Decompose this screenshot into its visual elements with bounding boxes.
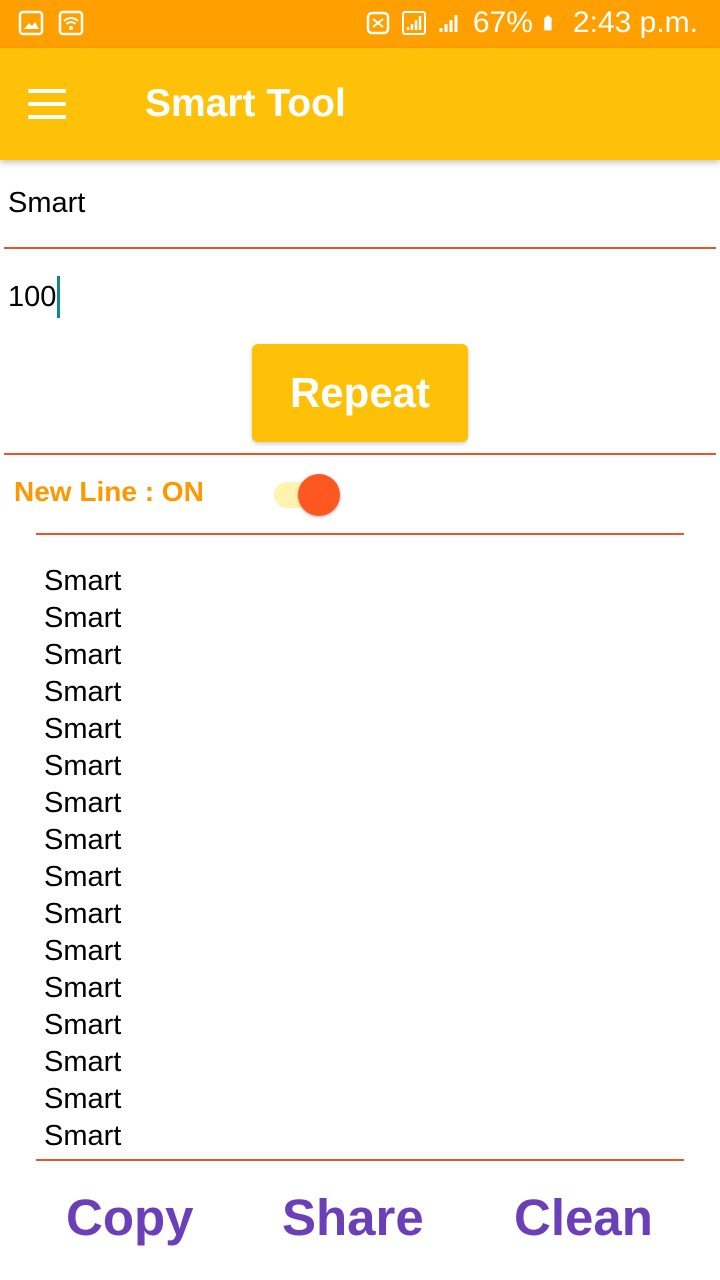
output-line: Smart [44,1009,122,1041]
action-bar: Copy Share Clean [0,1188,720,1268]
repeat-button[interactable]: Repeat [252,344,468,442]
output-line: Smart [44,898,122,930]
output-line: Smart [44,824,122,856]
copy-button[interactable]: Copy [66,1188,194,1247]
repeat-count-input[interactable]: 100 [8,274,708,320]
status-left-icons [18,10,84,36]
output-line: Smart [44,861,122,893]
output-line: Smart [44,935,122,967]
output-line: Smart [44,713,122,745]
output-line: Smart [44,972,122,1004]
share-button[interactable]: Share [282,1188,424,1247]
clock: 2:43 p.m. [572,6,698,39]
data-saver-icon [366,11,390,35]
repeat-count-value: 100 [8,281,57,313]
output-line: Smart [44,787,122,819]
battery-icon [544,15,552,31]
signal-strength-icon [439,15,458,32]
new-line-label: New Line : ON [14,476,204,507]
output-line: Smart [44,565,122,597]
clean-button[interactable]: Clean [514,1188,653,1247]
section-divider [4,453,716,455]
output-line: Smart [44,639,122,671]
output-line: Smart [44,1120,122,1152]
battery-percentage: 67% [472,6,533,39]
app-title: Smart Tool [145,82,346,125]
status-bar: 67% 2:43 p.m. [0,0,720,48]
output-line: Smart [44,1046,122,1078]
output-top-divider [36,533,684,535]
sim-signal-icon [401,11,426,35]
output-line: Smart [44,676,122,708]
output-line: Smart [44,602,122,634]
text-input-underline [4,247,716,249]
new-line-switch[interactable] [274,474,342,516]
output-text-area[interactable]: Smart Smart Smart Smart Smart Smart Smar… [44,563,674,1155]
output-line: Smart [44,1083,122,1115]
text-cursor [57,276,61,318]
gallery-notification-icon [18,10,44,36]
output-bottom-divider [36,1159,684,1161]
app-bar: Smart Tool [0,48,720,160]
output-line: Smart [44,750,122,782]
wifi-notification-icon [58,10,84,36]
switch-thumb [298,474,340,516]
text-input[interactable]: Smart [8,180,708,226]
status-right-icons: 67% 2:43 p.m. [365,6,698,40]
menu-icon[interactable] [18,76,74,132]
